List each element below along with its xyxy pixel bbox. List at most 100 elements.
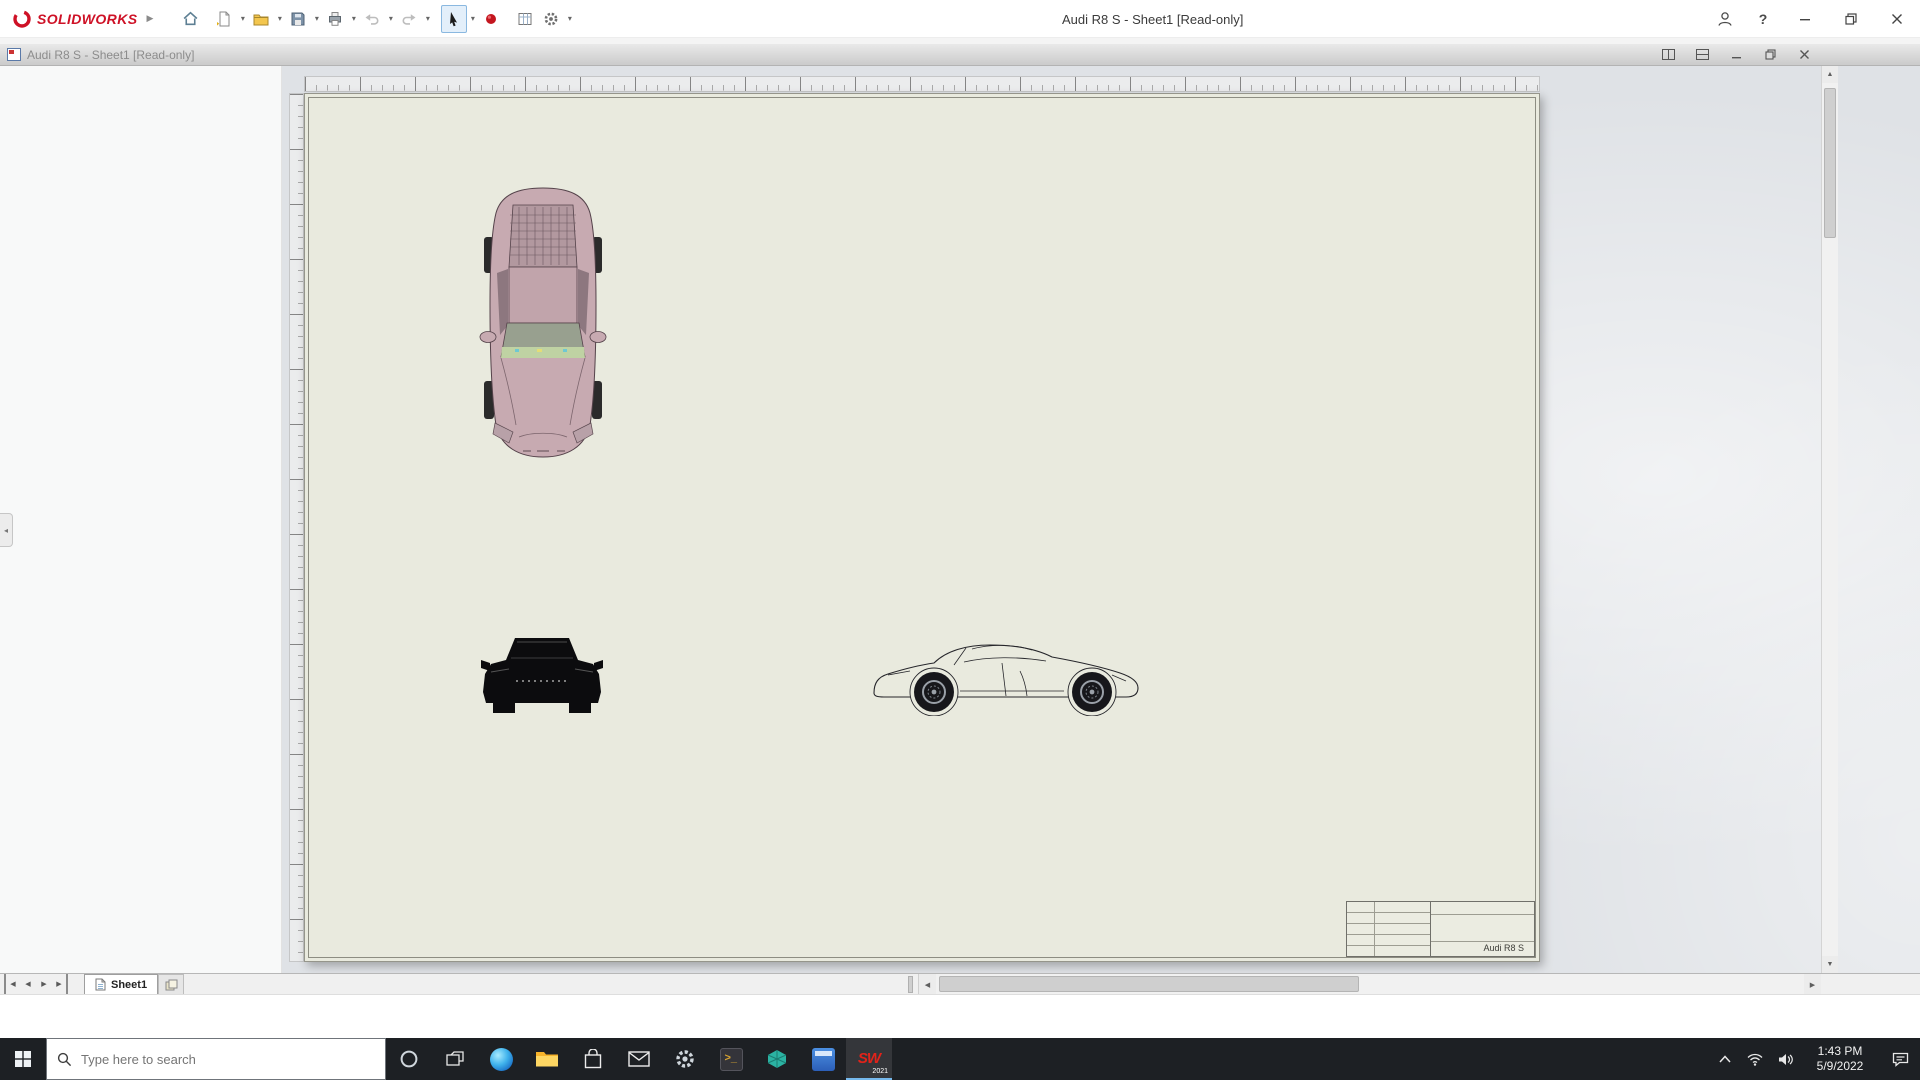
select-tool-button[interactable] [441, 4, 468, 33]
home-button[interactable] [177, 5, 203, 33]
vertical-ruler [289, 93, 304, 962]
viewport-layout2-button[interactable] [1691, 47, 1713, 63]
doc-close-button[interactable] [1793, 47, 1815, 63]
scroll-right-arrow-icon[interactable]: ▶ [1804, 974, 1821, 995]
select-cursor-icon [450, 11, 458, 26]
drawing-view-front[interactable] [481, 634, 603, 715]
panel-expand-arrow[interactable]: ◂ [0, 513, 13, 547]
vertical-scrollbar[interactable]: ▲ ▼ [1821, 66, 1838, 973]
options-dropdown[interactable]: ▾ [564, 5, 575, 33]
tab-area-splitter[interactable] [908, 976, 913, 993]
taskbar-search[interactable] [46, 1038, 386, 1080]
title-block-main: Audi R8 S [1431, 902, 1534, 956]
add-sheet-tab[interactable] [158, 974, 185, 994]
drawing-sheet[interactable]: Audi R8 S [304, 93, 1540, 962]
taskbar-clock[interactable]: 1:43 PM 5/9/2022 [1800, 1038, 1880, 1080]
minimize-button[interactable] [1782, 0, 1828, 38]
vertical-scrollbar-thumb[interactable] [1824, 88, 1836, 238]
restore-button[interactable] [1828, 0, 1874, 38]
chevron-up-icon [1719, 1055, 1731, 1063]
brand-expand-arrow-icon[interactable]: ▶ [146, 13, 153, 24]
new-document-button[interactable] [211, 5, 237, 33]
close-button[interactable] [1874, 0, 1920, 38]
drawing-view-top[interactable] [479, 185, 607, 460]
taskbar-app-cad-viewer[interactable] [754, 1038, 800, 1080]
save-dropdown[interactable]: ▾ [311, 5, 322, 33]
undo-button[interactable] [359, 5, 385, 33]
notification-icon [1892, 1052, 1908, 1067]
scroll-up-arrow-icon[interactable]: ▲ [1822, 66, 1838, 83]
gear-icon [544, 12, 558, 25]
account-button[interactable] [1706, 0, 1744, 38]
status-bar [0, 994, 1920, 1038]
windows-logo-icon [15, 1051, 31, 1067]
tray-overflow-button[interactable] [1710, 1038, 1740, 1080]
doc-minimize-button[interactable] [1725, 47, 1747, 63]
taskbar-app-file-explorer[interactable] [524, 1038, 570, 1080]
scroll-down-arrow-icon[interactable]: ▼ [1822, 956, 1838, 973]
print-dropdown[interactable]: ▾ [348, 5, 359, 33]
taskbar-app-settings[interactable] [662, 1038, 708, 1080]
table-icon [518, 12, 532, 25]
new-document-dropdown[interactable]: ▾ [237, 5, 248, 33]
taskbar-app-mail[interactable] [616, 1038, 662, 1080]
taskbar-app-store[interactable] [570, 1038, 616, 1080]
first-sheet-button[interactable]: ◀ [4, 974, 20, 994]
solidworks-logo-icon [13, 9, 31, 28]
start-button[interactable] [0, 1038, 46, 1080]
red-sphere-icon [486, 13, 497, 24]
brand-wordmark: SOLIDWORKS [37, 10, 138, 27]
save-button[interactable] [285, 5, 311, 33]
doc-close-icon [1799, 50, 1809, 59]
new-document-icon [217, 11, 230, 26]
help-button[interactable]: ? [1744, 0, 1782, 38]
next-sheet-button[interactable]: ▶ [36, 974, 52, 994]
select-tool-dropdown[interactable]: ▾ [467, 5, 478, 33]
taskbar-app-display[interactable] [800, 1038, 846, 1080]
split-view-horizontal-icon [1695, 49, 1709, 60]
document-window-controls [1657, 47, 1815, 63]
cortana-circle-icon [400, 1050, 418, 1068]
volume-button[interactable] [1770, 1038, 1800, 1080]
solidworks-window: SOLIDWORKS ▶ ▾ ▾ ▾ ▾ ▾ ▾ ▾ ▾ Audi R8 S -… [0, 0, 1920, 1080]
search-input[interactable] [81, 1051, 375, 1067]
horizontal-scrollbar[interactable]: ◀ ▶ [918, 974, 1821, 995]
previous-sheet-button[interactable]: ◀ [20, 974, 36, 994]
print-button[interactable] [322, 5, 348, 33]
cortana-button[interactable] [386, 1038, 432, 1080]
tab-sheet1[interactable]: Sheet1 [84, 974, 159, 994]
doc-restore-button[interactable] [1759, 47, 1781, 63]
viewport-layout-button[interactable] [1657, 47, 1679, 63]
redo-button[interactable] [396, 5, 422, 33]
action-center-button[interactable] [1880, 1038, 1920, 1080]
options-button[interactable] [538, 5, 564, 33]
mouse-gestures-button[interactable] [478, 5, 504, 33]
system-tray: 1:43 PM 5/9/2022 [1710, 1038, 1920, 1080]
last-sheet-button[interactable]: ▶ [52, 974, 68, 994]
network-button[interactable] [1740, 1038, 1770, 1080]
file-explorer-folder-icon [536, 1052, 558, 1067]
restore-icon [1845, 13, 1857, 25]
horizontal-scrollbar-thumb[interactable] [939, 976, 1359, 992]
redo-dropdown[interactable]: ▾ [422, 5, 433, 33]
solidworks-logo[interactable]: SOLIDWORKS ▶ [0, 9, 153, 29]
task-view-button[interactable] [432, 1038, 478, 1080]
scroll-left-arrow-icon[interactable]: ◀ [919, 974, 936, 995]
sheet-icon [95, 978, 106, 991]
taskbar-app-edge[interactable] [478, 1038, 524, 1080]
title-block[interactable]: Audi R8 S [1346, 901, 1535, 957]
windows-taskbar: >_ SW 2021 [0, 1038, 1920, 1080]
graphics-area[interactable]: Audi R8 S [282, 66, 1920, 973]
home-icon [183, 11, 198, 26]
edge-browser-icon [489, 1047, 513, 1071]
drawing-view-side[interactable] [868, 635, 1148, 716]
open-dropdown[interactable]: ▾ [274, 5, 285, 33]
quick-access-toolbar: ▾ ▾ ▾ ▾ ▾ ▾ ▾ ▾ [177, 4, 575, 33]
sheet-properties-button[interactable] [512, 5, 538, 33]
open-button[interactable] [248, 5, 274, 33]
taskbar-app-dark-tile[interactable]: >_ [708, 1038, 754, 1080]
undo-dropdown[interactable]: ▾ [385, 5, 396, 33]
title-block-part-name: Audi R8 S [1483, 943, 1524, 953]
taskbar-app-solidworks[interactable]: SW 2021 [846, 1038, 892, 1080]
workspace: ◂ Audi R8 S [0, 66, 1920, 973]
